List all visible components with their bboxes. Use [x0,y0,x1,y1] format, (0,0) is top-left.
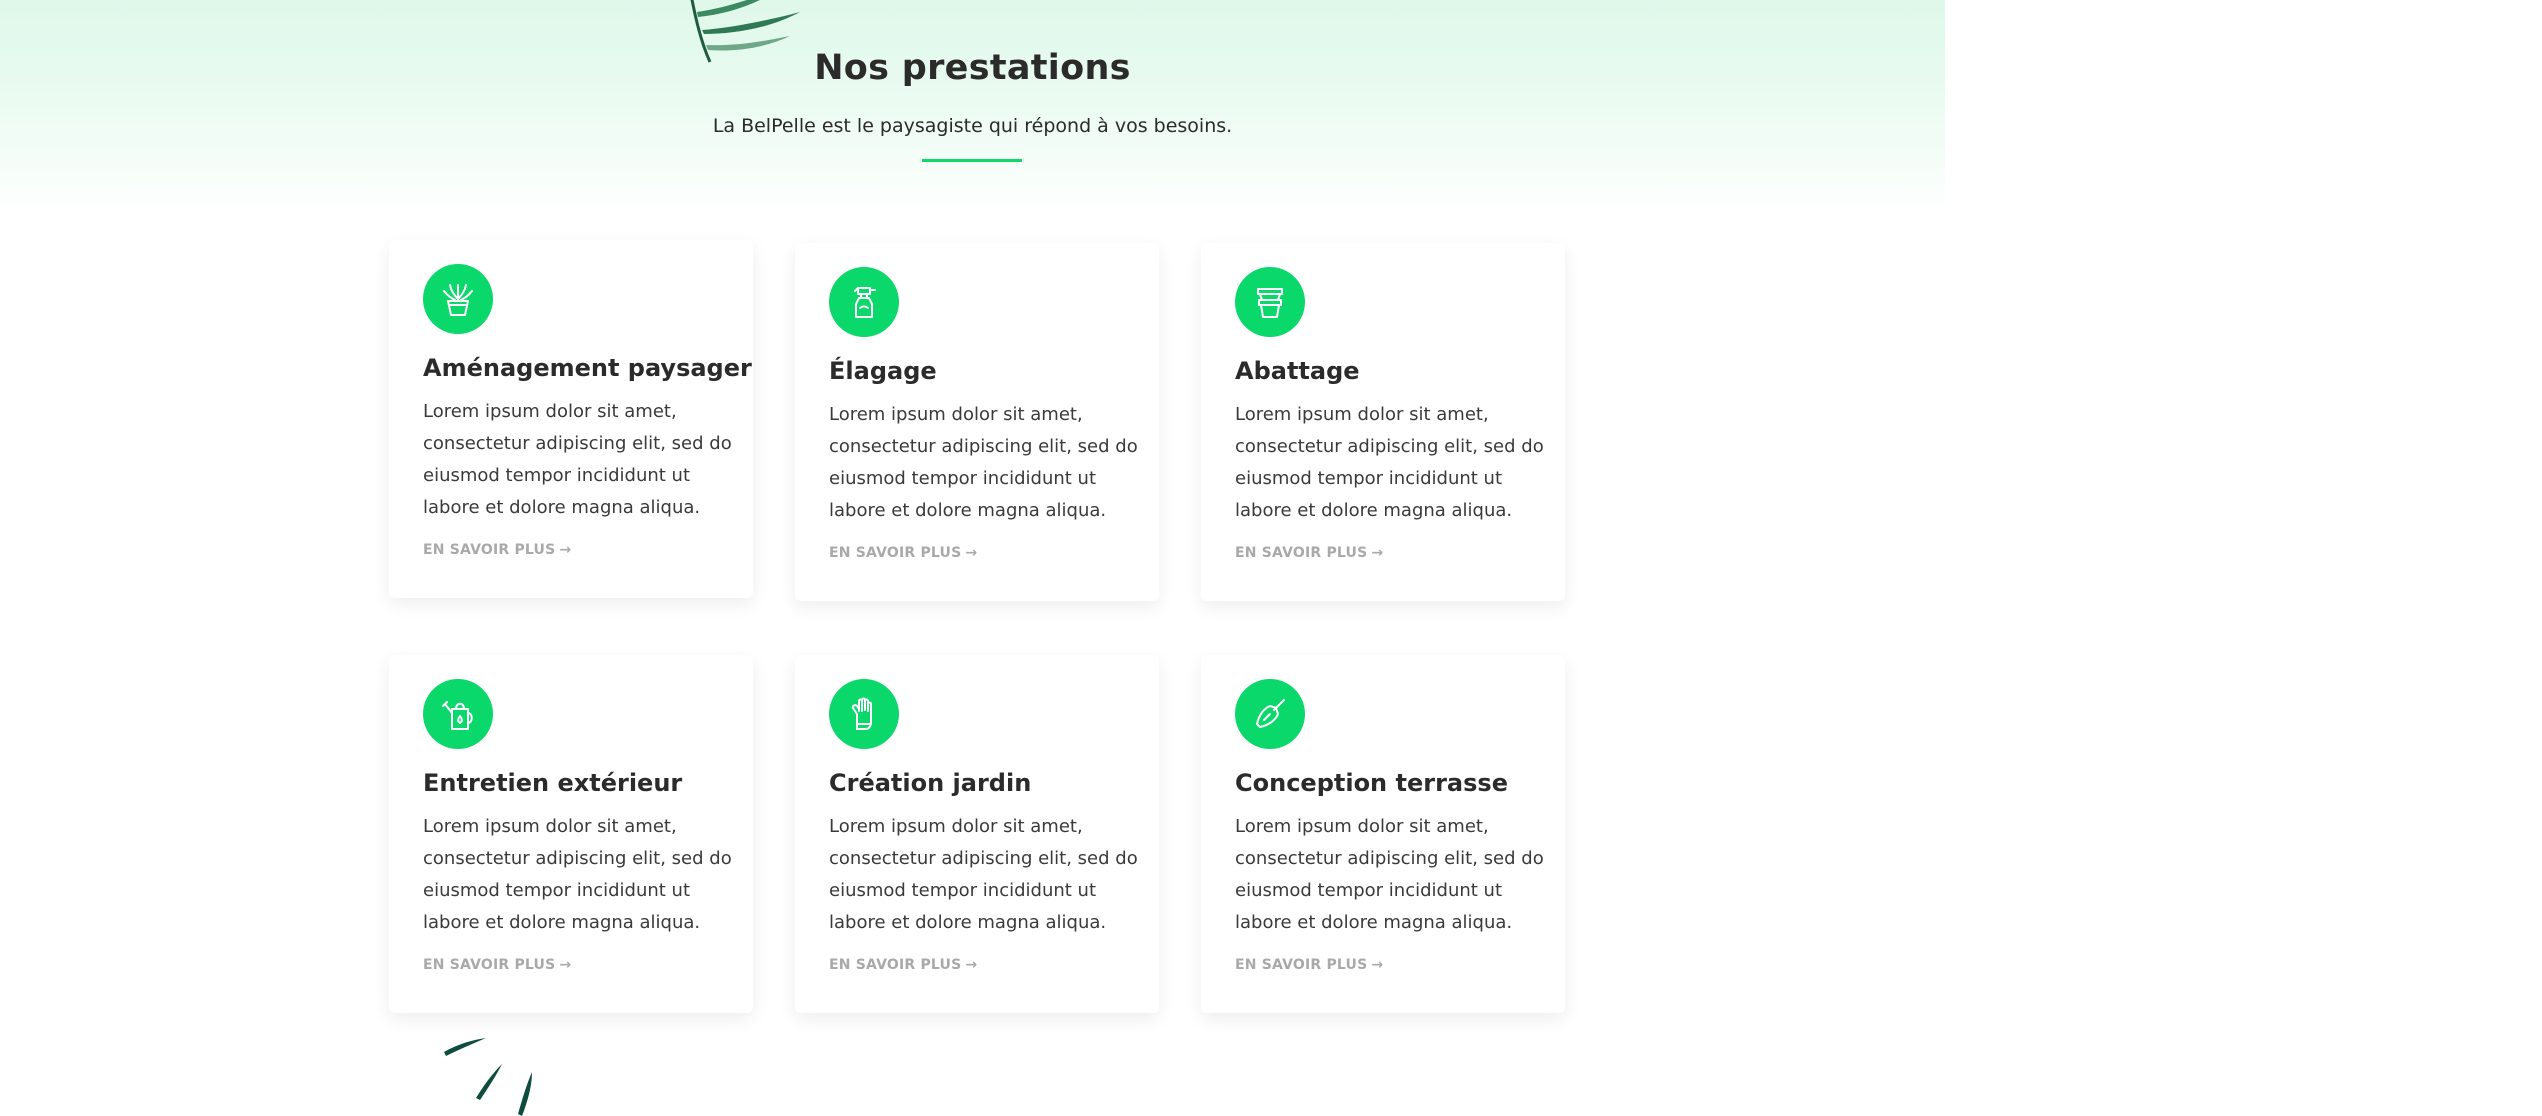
learn-more-link[interactable]: EN SAVOIR PLUS → [1235,545,1383,561]
learn-more-label: EN SAVOIR PLUS [423,542,556,558]
learn-more-label: EN SAVOIR PLUS [829,545,962,561]
card-title: Conception terrasse [1235,769,1508,797]
card-text: Lorem ipsum dolor sit amet, consectetur … [829,816,1138,933]
learn-more-label: EN SAVOIR PLUS [829,957,962,973]
service-card-entretien: Entretien extérieur Lorem ipsum dolor si… [389,655,753,1013]
trowel-icon [1235,679,1305,749]
section-subtitle: La BelPelle est le paysagiste qui répond… [712,115,1233,137]
card-title: Abattage [1235,357,1360,385]
stacked-pots-icon [1235,267,1305,337]
card-title: Création jardin [829,769,1032,797]
spray-bottle-icon [829,267,899,337]
service-card-creation: Création jardin Lorem ipsum dolor sit am… [795,655,1159,1013]
garden-glove-icon [829,679,899,749]
learn-more-link[interactable]: EN SAVOIR PLUS → [829,545,977,561]
arrow-right-icon: → [559,957,572,973]
card-title: Entretien extérieur [423,769,683,797]
plant-pot-icon [423,264,493,334]
arrow-right-icon: → [1371,957,1384,973]
card-title: Élagage [829,357,937,385]
learn-more-link[interactable]: EN SAVOIR PLUS → [423,542,571,558]
service-card-conception: Conception terrasse Lorem ipsum dolor si… [1201,655,1565,1013]
service-card-elagage: Élagage Lorem ipsum dolor sit amet, cons… [795,243,1159,601]
card-text: Lorem ipsum dolor sit amet, consectetur … [1235,404,1544,521]
learn-more-label: EN SAVOIR PLUS [1235,957,1368,973]
card-text: Lorem ipsum dolor sit amet, consectetur … [1235,816,1544,933]
service-card-amenagement: Aménagement paysager Lorem ipsum dolor s… [389,240,753,598]
arrow-right-icon: → [965,957,978,973]
learn-more-link[interactable]: EN SAVOIR PLUS → [423,957,571,973]
hero-background [0,0,1945,215]
service-card-abattage: Abattage Lorem ipsum dolor sit amet, con… [1201,243,1565,601]
learn-more-link[interactable]: EN SAVOIR PLUS → [1235,957,1383,973]
arrow-right-icon: → [965,545,978,561]
learn-more-label: EN SAVOIR PLUS [1235,545,1368,561]
card-text: Lorem ipsum dolor sit amet, consectetur … [829,404,1138,521]
card-title: Aménagement paysager [423,354,752,382]
section-title: Nos prestations [814,48,1131,88]
learn-more-link[interactable]: EN SAVOIR PLUS → [829,957,977,973]
learn-more-label: EN SAVOIR PLUS [423,957,556,973]
title-underline [922,159,1022,162]
arrow-right-icon: → [1371,545,1384,561]
card-text: Lorem ipsum dolor sit amet, consectetur … [423,816,732,933]
leaf-strokes-decoration [444,1038,532,1116]
watering-can-icon [423,679,493,749]
arrow-right-icon: → [559,542,572,558]
card-text: Lorem ipsum dolor sit amet, consectetur … [423,401,732,518]
